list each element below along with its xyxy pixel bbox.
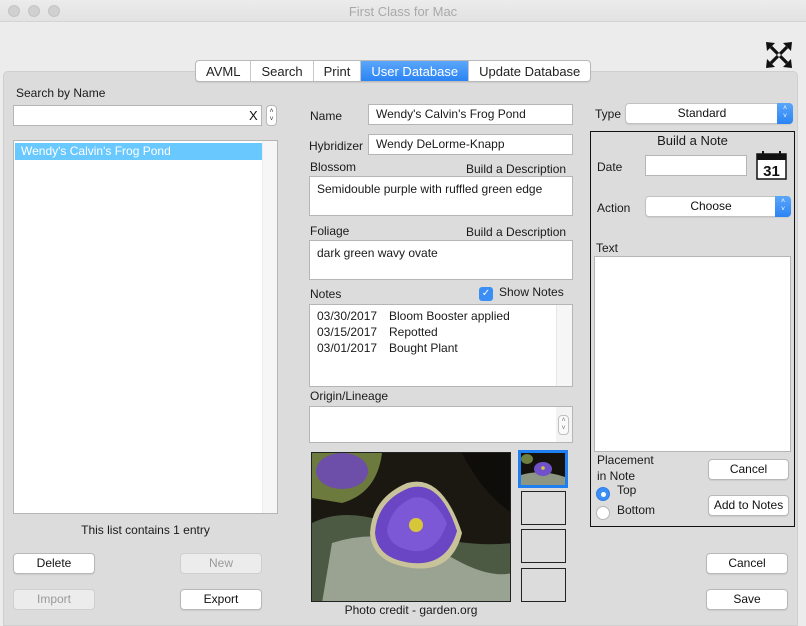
notes-list[interactable]: 03/30/2017 Bloom Booster applied 03/15/20… [309,304,573,387]
search-input[interactable] [14,106,239,125]
type-value: Standard [677,106,727,120]
hybridizer-label: Hybridizer [309,139,364,153]
origin-lineage-field[interactable]: ˄ ˅ [309,406,573,443]
date-field[interactable] [645,155,747,176]
calendar-day: 31 [763,163,780,180]
tab-update-database[interactable]: Update Database [469,61,590,81]
import-button[interactable]: Import [13,589,95,610]
new-button[interactable]: New [180,553,262,574]
blossom-label: Blossom [310,160,357,174]
note-text-field[interactable] [594,256,791,452]
blossom-build-description-link[interactable]: Build a Description [466,162,566,176]
save-button[interactable]: Save [706,589,788,610]
origin-lineage-label: Origin/Lineage [310,389,389,403]
action-label: Action [597,201,631,215]
type-label: Type [595,107,622,121]
action-select[interactable]: Choose ˄ ˅ [645,196,791,217]
notes-label: Notes [310,287,342,301]
chevron-up-icon[interactable]: ˄ [559,417,568,425]
action-value: Choose [690,199,732,213]
photo-thumbnail-4[interactable] [521,568,566,602]
placement-top-label: Top [617,483,637,497]
tab-search[interactable]: Search [251,61,314,81]
photo-thumbnail-3[interactable] [521,529,566,563]
placement-label-2: in Note [597,469,636,483]
name-label: Name [310,109,343,123]
note-row: 03/01/2017 Bought Plant [317,341,458,355]
build-note-cancel-button[interactable]: Cancel [708,459,789,480]
list-item[interactable]: Wendy's Calvin's Frog Pond [15,143,263,160]
note-date: 03/30/2017 [317,309,378,323]
search-stepper[interactable]: ˄ ˅ [266,105,277,126]
note-text: Bought Plant [389,341,458,355]
plant-photo [311,452,511,602]
photo-thumbnail-1[interactable] [518,450,568,488]
export-button[interactable]: Export [180,589,262,610]
placement-top-radio[interactable] [596,487,610,501]
select-arrows-icon: ˄ ˅ [775,196,791,217]
tab-bar: AVML Search Print User Database Update D… [195,60,592,82]
tab-print[interactable]: Print [314,61,362,81]
show-notes-checkbox[interactable]: ✓ [479,287,493,301]
calendar-icon[interactable]: 31 [756,150,788,180]
photo-thumbnail-2[interactable] [521,491,566,525]
origin-stepper[interactable]: ˄ ˅ [558,415,569,435]
list-scrollbar[interactable] [262,141,277,513]
note-date: 03/01/2017 [317,341,378,355]
placement-bottom-radio[interactable] [596,506,610,520]
window-title: First Class for Mac [348,4,458,19]
search-by-name-label: Search by Name [16,86,106,100]
search-field [13,105,262,126]
cancel-button[interactable]: Cancel [706,553,788,574]
placement-bottom-label: Bottom [617,503,656,517]
type-select[interactable]: Standard ˄ ˅ [625,103,793,124]
note-date: 03/15/2017 [317,325,378,339]
note-text: Repotted [389,325,438,339]
placement-label: Placement [597,453,654,467]
expand-arrows-icon[interactable] [764,40,794,70]
add-to-notes-button[interactable]: Add to Notes [708,495,789,516]
foliage-build-description-link[interactable]: Build a Description [466,225,566,239]
list-count-text: This list contains 1 entry [81,523,210,537]
photo-credit: Photo credit - garden.org [344,603,478,617]
tab-avml[interactable]: AVML [196,61,252,81]
name-list[interactable]: Wendy's Calvin's Frog Pond [13,140,278,514]
foliage-label: Foliage [310,224,350,238]
foliage-field[interactable]: dark green wavy ovate [309,240,573,280]
note-row: 03/15/2017 Repotted [317,325,438,339]
note-row: 03/30/2017 Bloom Booster applied [317,309,510,323]
select-arrows-icon: ˄ ˅ [777,103,793,124]
build-note-title: Build a Note [657,133,728,148]
date-label: Date [597,160,623,174]
show-notes-label: Show Notes [499,285,564,299]
chevron-up-icon[interactable]: ˄ [267,108,276,116]
chevron-down-icon[interactable]: ˅ [559,425,568,433]
tab-user-database[interactable]: User Database [361,61,470,81]
notes-scrollbar[interactable] [556,305,572,386]
note-text: Bloom Booster applied [389,309,510,323]
delete-button[interactable]: Delete [13,553,95,574]
clear-search-button[interactable]: X [249,108,258,123]
name-field[interactable]: Wendy's Calvin's Frog Pond [368,104,573,125]
chevron-down-icon[interactable]: ˅ [267,116,276,124]
text-label: Text [596,241,619,255]
blossom-field[interactable]: Semidouble purple with ruffled green edg… [309,176,573,216]
hybridizer-field[interactable]: Wendy DeLorme-Knapp [368,134,573,155]
